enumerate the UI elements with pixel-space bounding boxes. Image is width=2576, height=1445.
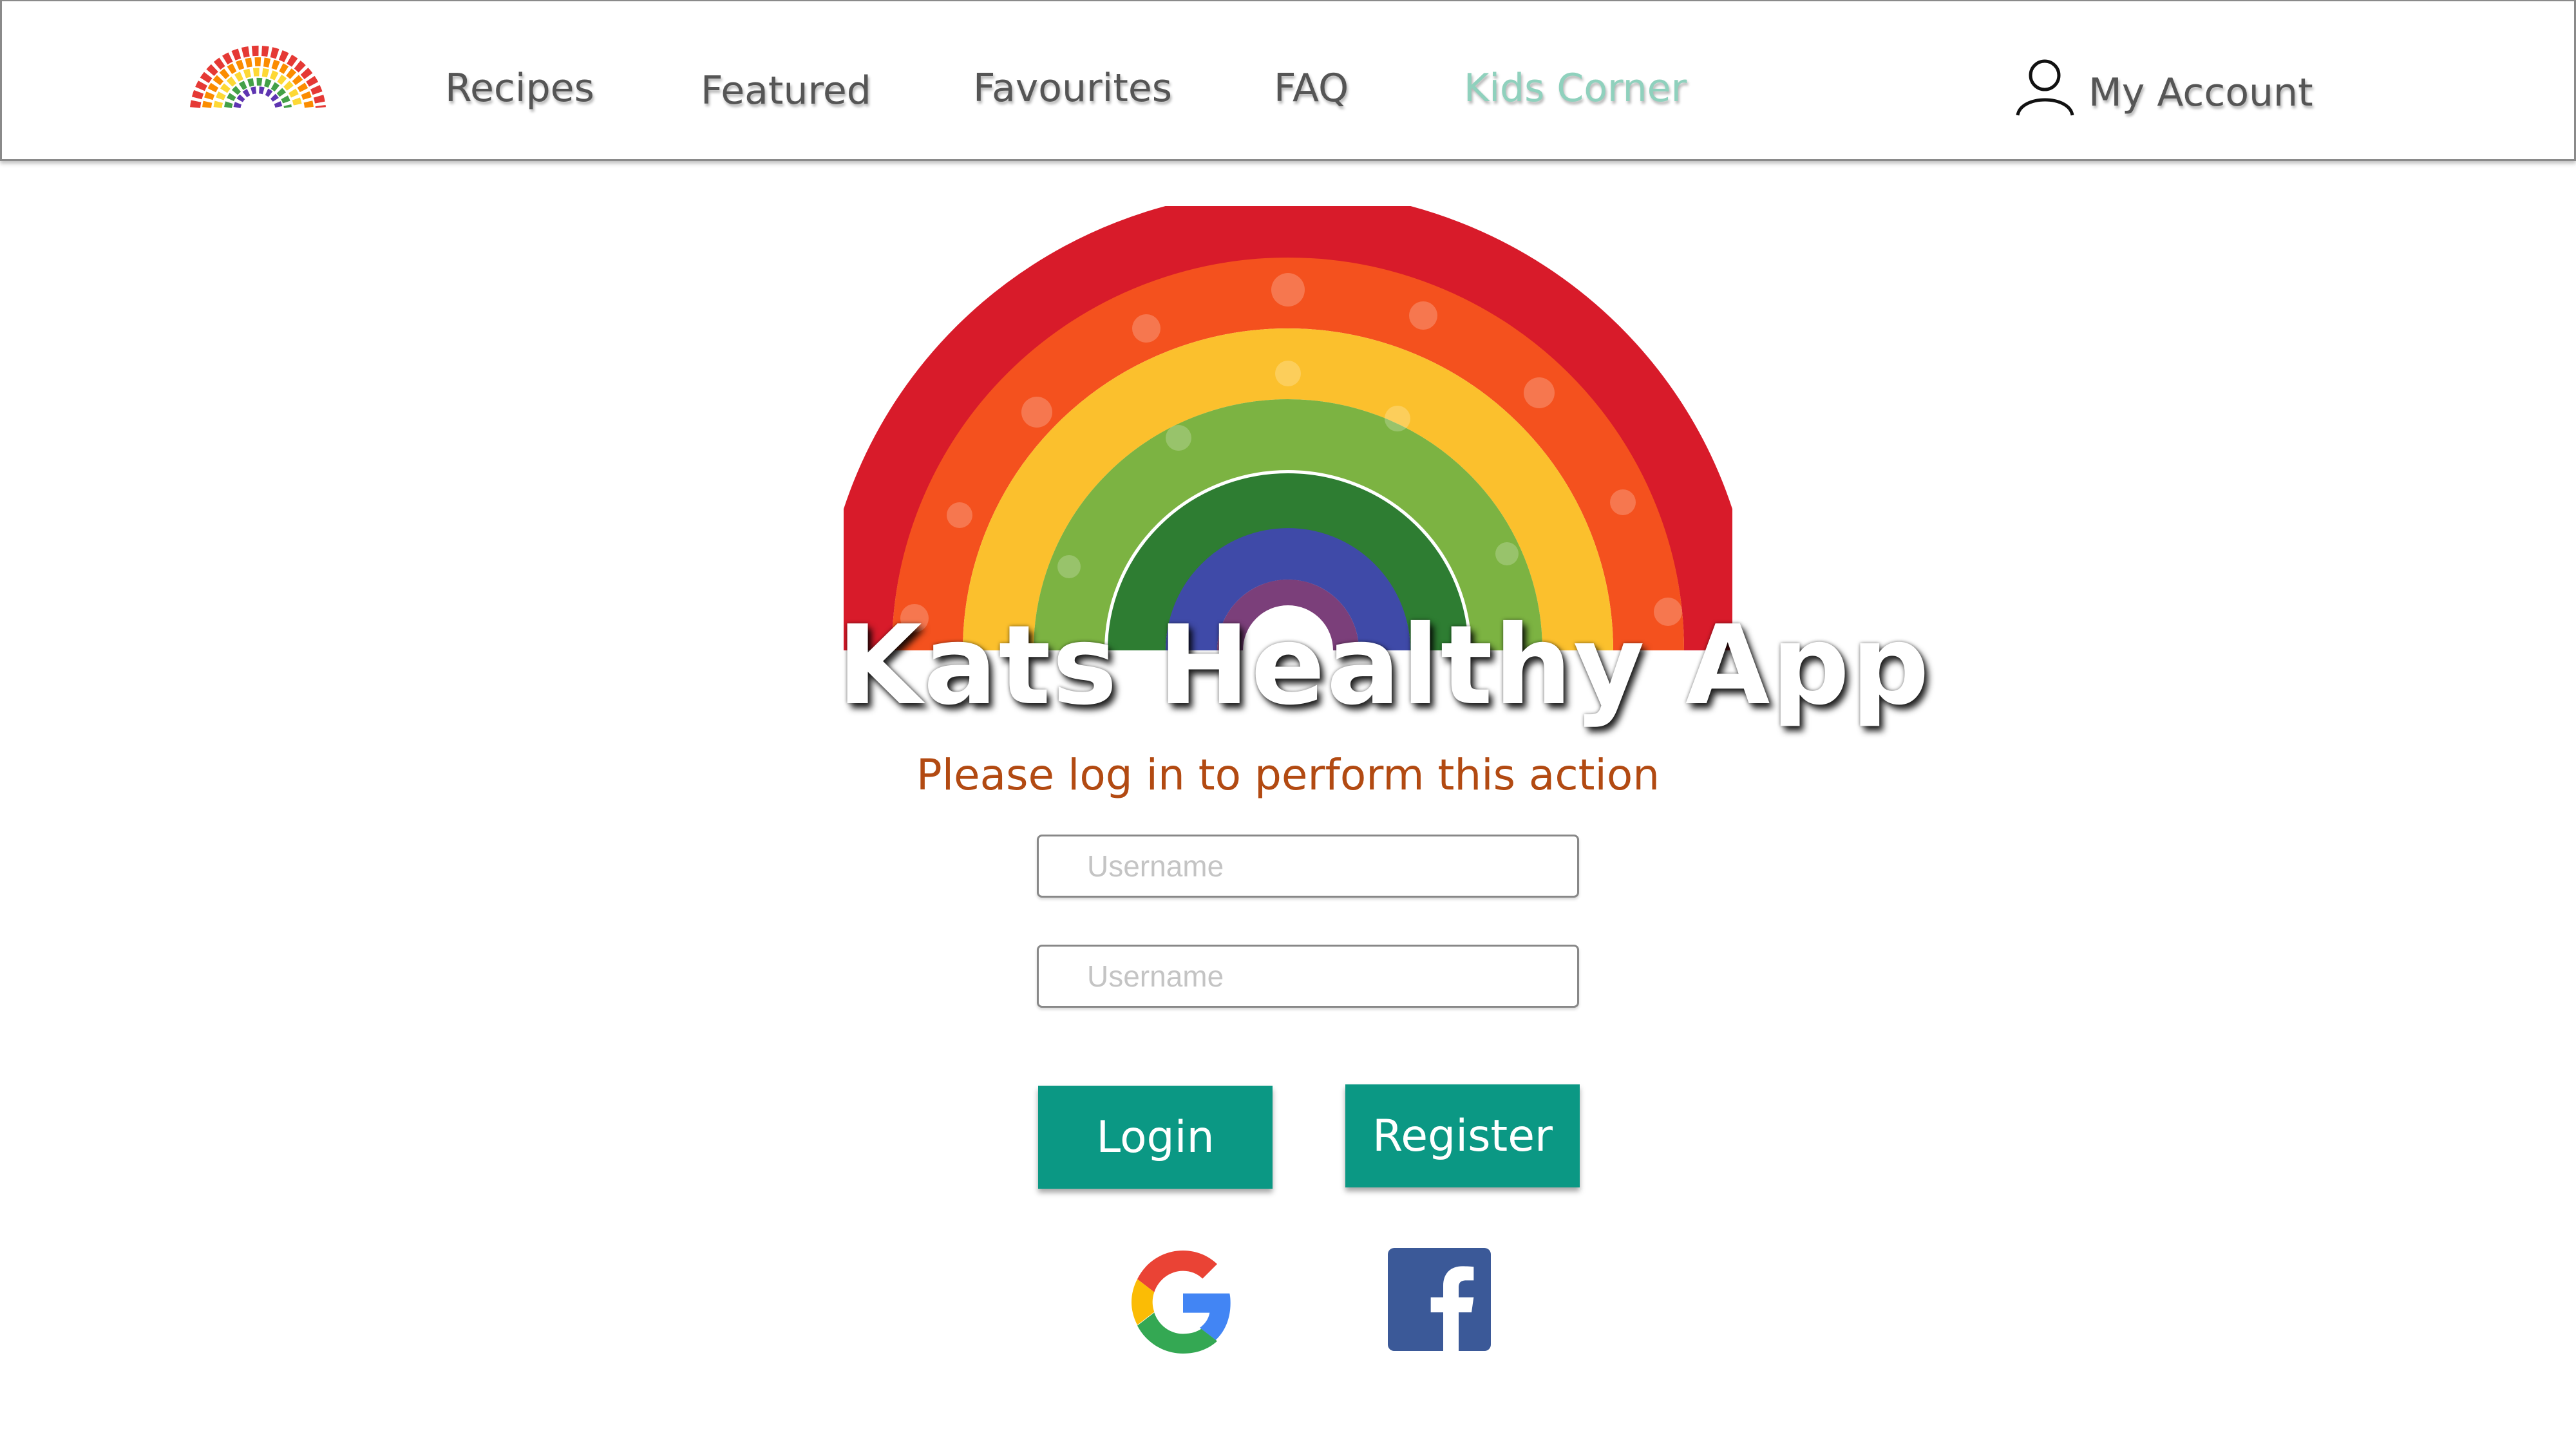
my-account-link[interactable]: My Account [2014, 43, 2313, 120]
nav-item-featured[interactable]: Featured [701, 68, 871, 113]
top-navbar: Recipes Featured Favourites FAQ Kids Cor… [0, 0, 2576, 161]
register-button[interactable]: Register [1345, 1084, 1580, 1187]
nav-item-kids-corner[interactable]: Kids Corner [1464, 66, 1687, 111]
nav-item-favourites[interactable]: Favourites [973, 66, 1172, 111]
my-account-label: My Account [2088, 70, 2313, 115]
nav-item-faq[interactable]: FAQ [1274, 66, 1349, 111]
username-field[interactable] [1037, 835, 1579, 898]
app-title: Kats Healthy App [837, 602, 1931, 730]
fruit-rainbow-image [844, 206, 1732, 651]
facebook-icon[interactable] [1388, 1248, 1491, 1351]
user-icon [2016, 59, 2074, 116]
login-button[interactable]: Login [1038, 1086, 1273, 1189]
login-required-message: Please log in to perform this action [916, 750, 1660, 800]
nav-item-recipes[interactable]: Recipes [445, 66, 594, 111]
google-icon[interactable] [1132, 1251, 1235, 1354]
logo-icon[interactable] [185, 30, 330, 117]
password-field[interactable] [1037, 945, 1579, 1008]
